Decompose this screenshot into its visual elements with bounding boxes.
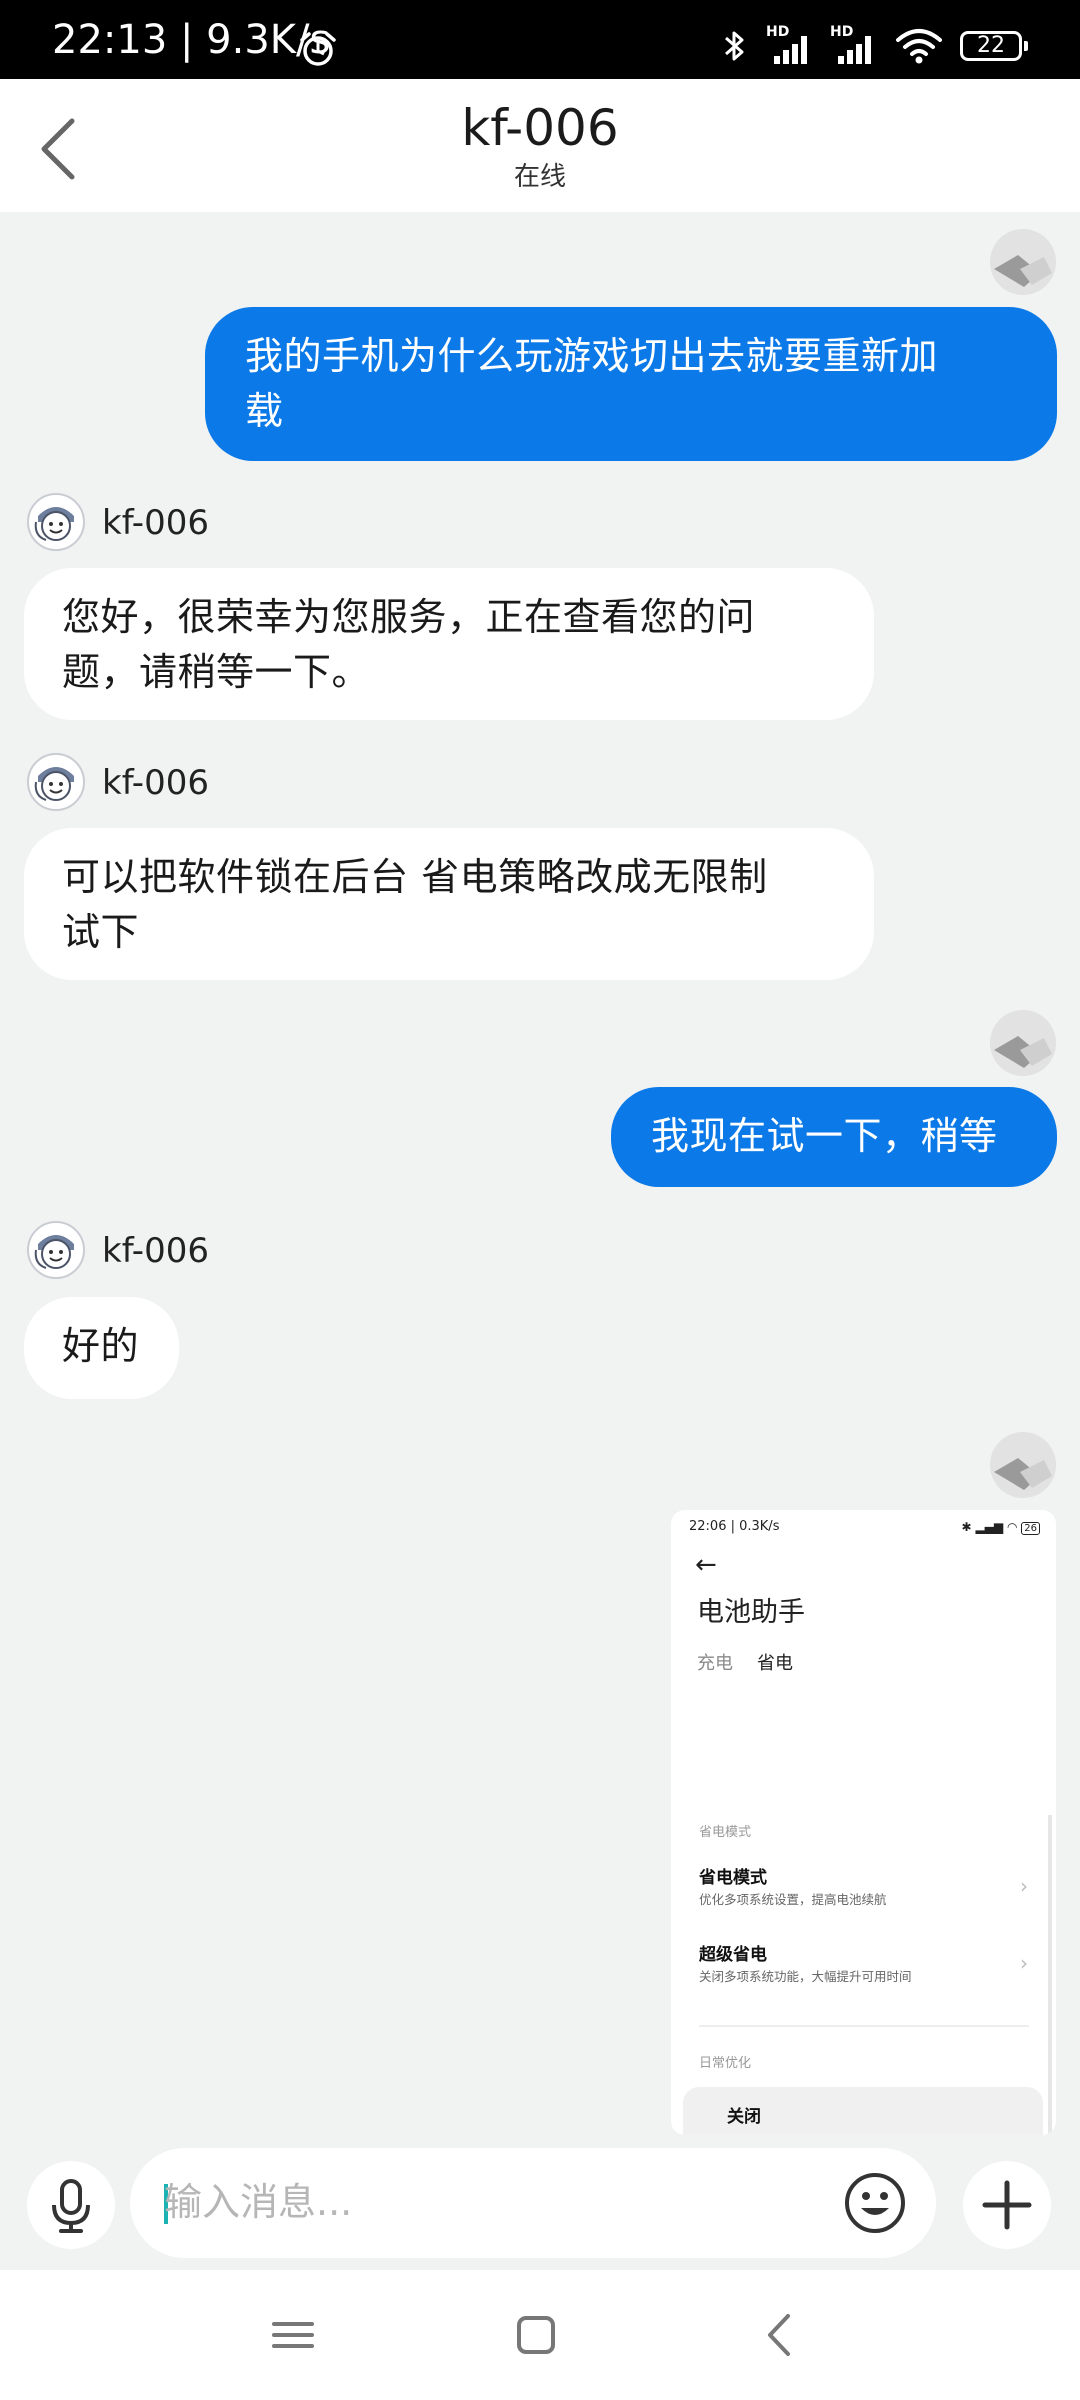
screenshot-status-icons: ✱ ▂▄▆ ◠ 26 <box>961 1520 1040 1535</box>
message-line: 载 <box>245 389 284 433</box>
mic-icon <box>52 2179 90 2233</box>
status-icons: HD HD 22 <box>720 24 1028 68</box>
message-composer <box>0 2135 1080 2270</box>
bluetooth-icon: ✱ <box>961 1520 972 1534</box>
bluetooth-icon <box>725 31 744 61</box>
agent-avatar[interactable] <box>26 1220 86 1280</box>
arrow-left-icon: ← <box>695 1550 717 1580</box>
signal-icon: ▂▄▆ <box>975 1520 1004 1534</box>
alarm-icon <box>300 32 336 66</box>
screenshot-item-title: 超级省电 <box>699 1945 767 1965</box>
battery-icon: 22 <box>960 31 1028 61</box>
home-icon[interactable] <box>476 2270 596 2400</box>
avatar-image <box>990 1432 1056 1498</box>
message-line: 我现在试一下，稍等 <box>651 1114 998 1158</box>
message-input[interactable] <box>164 2172 824 2232</box>
battery-icon: 26 <box>1021 1522 1040 1535</box>
screenshot-card-title: 关闭 <box>727 2107 761 2127</box>
screenshot-item-title: 省电模式 <box>699 1868 767 1888</box>
agent-avatar[interactable] <box>26 752 86 812</box>
message-line: 好的 <box>62 1324 140 1368</box>
message-bubble-outgoing[interactable]: 我的手机为什么玩游戏切出去就要重新加 载 <box>205 307 1057 461</box>
chevron-right-icon: › <box>1020 1951 1028 1975</box>
message-line: 可以把软件锁在后台 省电策略改成无限制 <box>62 855 768 899</box>
chevron-right-icon: › <box>1020 1874 1028 1898</box>
message-input-container[interactable] <box>130 2148 936 2258</box>
wifi-icon <box>896 29 942 64</box>
user-avatar[interactable] <box>990 1432 1056 1498</box>
user-avatar[interactable] <box>990 1010 1056 1076</box>
chat-title: kf-006 <box>461 99 619 157</box>
signal-icon: HD <box>830 24 878 66</box>
screenshot-scrollbar <box>1048 1815 1052 2135</box>
screenshot-section-label: 日常优化 <box>699 2056 752 2071</box>
nav-back-icon[interactable] <box>720 2270 840 2400</box>
screenshot-divider <box>699 2025 1029 2027</box>
system-nav-bar <box>0 2270 1080 2400</box>
screenshot-section-label: 省电模式 <box>699 1825 752 1840</box>
online-status: 在线 <box>513 162 566 192</box>
message-bubble-outgoing[interactable]: 我现在试一下，稍等 <box>611 1087 1057 1187</box>
screenshot-item-desc: 优化多项系统设置，提高电池续航 <box>699 1892 887 1907</box>
message-line: 题，请稍等一下。 <box>62 650 371 694</box>
sender-name: kf-006 <box>102 503 209 543</box>
screenshot-tab: 充电 <box>697 1653 733 1674</box>
message-bubble-incoming[interactable]: 好的 <box>24 1297 179 1399</box>
menu-icon[interactable] <box>233 2270 353 2400</box>
screenshot-item-desc: 关闭多项系统功能，大幅提升可用时间 <box>699 1969 912 1984</box>
voice-button[interactable] <box>27 2161 115 2249</box>
shared-screenshot-message[interactable]: 22:06 | 0.3K/s ✱ ▂▄▆ ◠ 26 ← 电池助手 充电 省电 省… <box>671 1510 1056 2135</box>
emoji-icon[interactable] <box>842 2170 908 2236</box>
message-line: 我的手机为什么玩游戏切出去就要重新加 <box>245 334 939 378</box>
plus-icon <box>982 2180 1032 2230</box>
agent-avatar[interactable] <box>26 492 86 552</box>
screenshot-status-time: 22:06 | 0.3K/s <box>689 1519 780 1534</box>
sender-name: kf-006 <box>102 1231 209 1271</box>
signal-icon: HD <box>766 24 814 66</box>
sender-name: kf-006 <box>102 763 209 803</box>
message-line: 您好，很荣幸为您服务，正在查看您的问 <box>62 595 756 639</box>
avatar-image <box>990 229 1056 295</box>
message-line: 试下 <box>62 910 140 954</box>
status-bar: 22:13 | 9.3K/s HD HD 22 <box>0 0 1080 79</box>
screenshot-title: 电池助手 <box>697 1597 805 1628</box>
status-time-speed: 22:13 | 9.3K/s <box>52 17 331 63</box>
avatar-image <box>990 1010 1056 1076</box>
message-bubble-incoming[interactable]: 您好，很荣幸为您服务，正在查看您的问 题，请稍等一下。 <box>24 568 874 720</box>
wifi-icon: ◠ <box>1006 1520 1018 1534</box>
message-bubble-incoming[interactable]: 可以把软件锁在后台 省电策略改成无限制 试下 <box>24 828 874 980</box>
user-avatar[interactable] <box>990 229 1056 295</box>
screenshot-tab: 省电 <box>757 1653 793 1674</box>
add-button[interactable] <box>963 2161 1051 2249</box>
chat-header: kf-006 在线 <box>0 79 1080 212</box>
